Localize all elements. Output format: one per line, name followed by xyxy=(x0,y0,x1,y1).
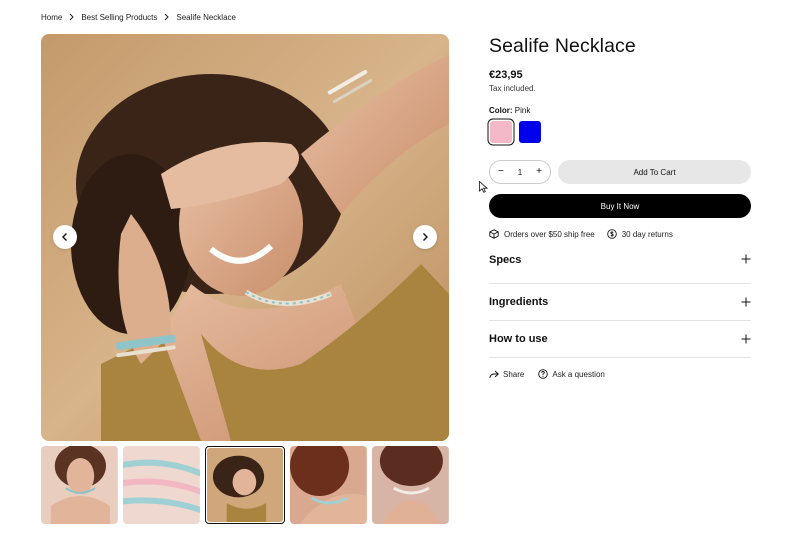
breadcrumb-current: Sealife Necklace xyxy=(176,12,236,22)
share-button[interactable]: Share xyxy=(489,370,524,379)
previous-image-button[interactable] xyxy=(53,225,77,249)
add-to-cart-row: − 1 + Add To Cart xyxy=(489,160,751,184)
quantity-value[interactable]: 1 xyxy=(518,168,522,177)
next-image-button[interactable] xyxy=(413,225,437,249)
plus-icon xyxy=(741,334,751,344)
chevron-right-icon xyxy=(69,13,75,21)
perk-shipping: Orders over $50 ship free xyxy=(489,229,595,239)
breadcrumb-home[interactable]: Home xyxy=(41,13,62,22)
swatch-blue[interactable] xyxy=(519,121,541,143)
tax-note: Tax included. xyxy=(489,84,536,93)
share-row: Share Ask a question xyxy=(489,369,751,379)
chevron-left-icon xyxy=(62,233,67,241)
perks-row: Orders over $50 ship free 30 day returns xyxy=(489,229,751,239)
thumbnail-2[interactable] xyxy=(122,446,200,524)
plus-icon xyxy=(741,297,751,307)
thumbnail-image xyxy=(122,446,200,524)
swatch-pink[interactable] xyxy=(490,121,512,143)
accordion-specs[interactable]: Specs xyxy=(489,254,751,284)
accordion-ingredients[interactable]: Ingredients xyxy=(489,284,751,321)
share-icon xyxy=(489,370,499,378)
plus-icon[interactable]: + xyxy=(536,167,542,177)
ask-question-label: Ask a question xyxy=(552,369,605,379)
chevron-right-icon xyxy=(423,233,428,241)
mouse-cursor-icon xyxy=(479,181,488,193)
color-value: Pink xyxy=(514,106,531,115)
plus-icon xyxy=(741,254,751,264)
breadcrumb: Home Best Selling Products Sealife Neckl… xyxy=(41,10,236,24)
buy-now-button[interactable]: Buy It Now xyxy=(489,194,751,218)
product-info: Sealife Necklace €23,95 Tax included. Co… xyxy=(489,34,751,379)
perk-returns: 30 day returns xyxy=(606,229,673,239)
main-product-image xyxy=(41,34,449,441)
thumbnail-3-active[interactable] xyxy=(204,446,286,524)
thumbnail-5[interactable] xyxy=(372,446,449,524)
thumbnail-image xyxy=(290,446,368,524)
thumbnail-1[interactable] xyxy=(41,446,118,524)
accordion-how-to-use-label: How to use xyxy=(489,333,548,345)
thumbnail-4[interactable] xyxy=(290,446,368,524)
add-to-cart-button[interactable]: Add To Cart xyxy=(558,160,751,184)
product-price: €23,95 xyxy=(489,69,523,81)
accordion-ingredients-label: Ingredients xyxy=(489,296,549,308)
accordion-specs-label: Specs xyxy=(489,254,522,266)
minus-icon[interactable]: − xyxy=(498,167,504,177)
color-label: Color: xyxy=(489,106,513,115)
product-photo xyxy=(41,34,449,441)
thumbnail-image xyxy=(41,446,118,524)
product-accordion: Specs Ingredients How to use xyxy=(489,254,751,358)
breadcrumb-category[interactable]: Best Selling Products xyxy=(81,13,157,22)
ask-question-button[interactable]: Ask a question xyxy=(538,369,605,379)
question-circle-icon xyxy=(538,369,549,379)
share-label: Share xyxy=(503,369,525,379)
chevron-right-icon xyxy=(165,13,170,21)
dollar-circle-icon xyxy=(606,229,617,239)
box-icon xyxy=(489,229,499,239)
product-title: Sealife Necklace xyxy=(489,35,636,57)
thumbnail-strip xyxy=(41,446,449,524)
accordion-how-to-use[interactable]: How to use xyxy=(489,321,751,358)
perk-returns-text: 30 day returns xyxy=(621,229,673,239)
thumbnail-image xyxy=(206,448,284,522)
color-selector: Color: Pink xyxy=(489,106,751,143)
quantity-stepper: − 1 + xyxy=(489,160,551,184)
perk-shipping-text: Orders over $50 ship free xyxy=(504,229,595,239)
thumbnail-image xyxy=(372,446,449,524)
